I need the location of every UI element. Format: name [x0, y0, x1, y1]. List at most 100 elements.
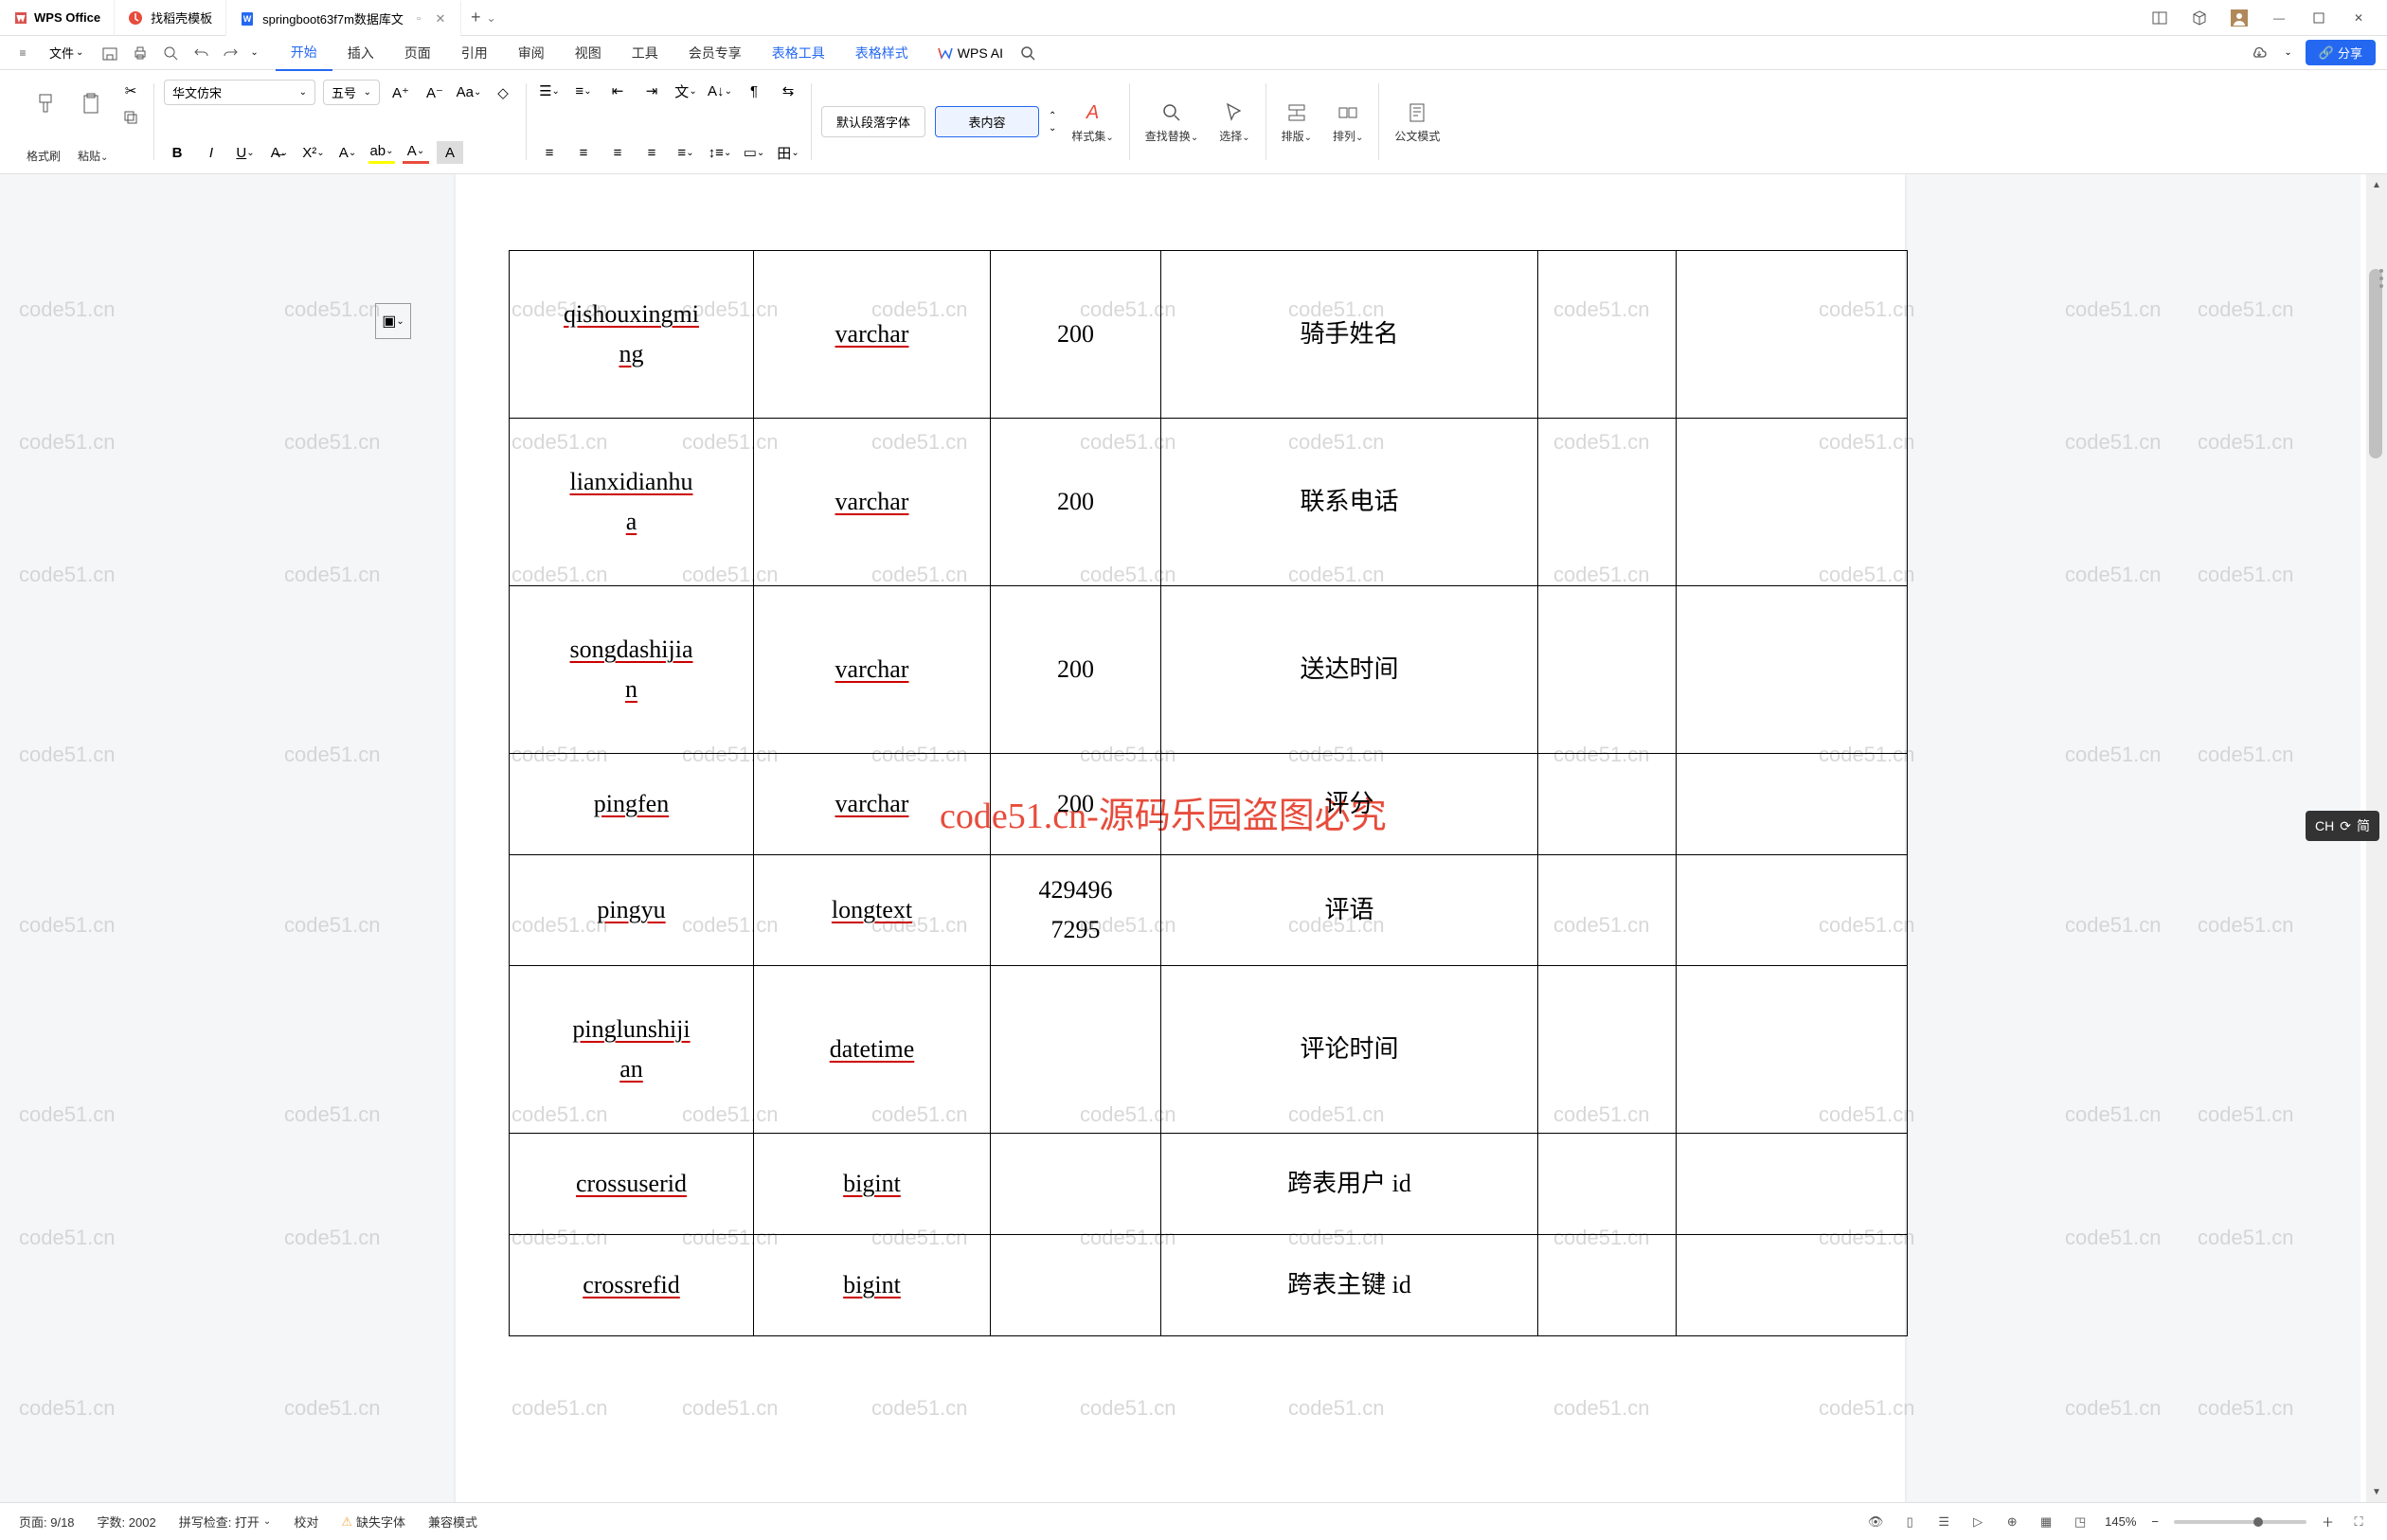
- zoom-slider[interactable]: [2174, 1520, 2306, 1524]
- style-default-paragraph[interactable]: 默认段落字体: [821, 106, 925, 137]
- style-table-content[interactable]: 表内容: [935, 106, 1039, 137]
- add-tab-button[interactable]: +: [471, 8, 481, 27]
- table-cell[interactable]: crossuserid: [510, 1134, 754, 1235]
- file-menu[interactable]: 文件⌄: [42, 44, 91, 62]
- table-handle-icon[interactable]: ▣ ⌄: [375, 303, 411, 339]
- pilcrow-icon[interactable]: ¶: [741, 80, 767, 102]
- status-proof[interactable]: 校对: [294, 1513, 318, 1531]
- menu-tab-review[interactable]: 审阅: [503, 36, 560, 70]
- cut-icon[interactable]: ✂: [117, 80, 144, 102]
- tab-document[interactable]: W springboot63f7m数据库文 ▫ ✕: [226, 0, 461, 36]
- text-direction-icon[interactable]: 文⌄: [673, 80, 699, 102]
- menu-tab-table-tools[interactable]: 表格工具: [757, 36, 840, 70]
- view-page-icon[interactable]: ▯: [1900, 1513, 1919, 1531]
- increase-font-icon[interactable]: A⁺: [387, 81, 414, 104]
- table-cell[interactable]: 评论时间: [1161, 966, 1538, 1134]
- official-mode-button[interactable]: 公文模式: [1389, 96, 1445, 148]
- justify-icon[interactable]: ≡: [638, 141, 665, 164]
- scrollbar-thumb[interactable]: [2369, 269, 2382, 458]
- view-grid-icon[interactable]: ▦: [2037, 1513, 2055, 1531]
- hamburger-icon[interactable]: ≡: [11, 42, 34, 64]
- font-name-select[interactable]: 华文仿宋⌄: [164, 80, 315, 105]
- table-cell[interactable]: pingfen: [510, 754, 754, 855]
- style-scroll-up-icon[interactable]: ⌃: [1049, 111, 1056, 121]
- strikethrough-icon[interactable]: A̶⌄: [266, 141, 293, 164]
- table-cell[interactable]: bigint: [754, 1134, 991, 1235]
- highlight-icon[interactable]: ab⌄: [368, 141, 395, 164]
- table-cell[interactable]: 送达时间: [1161, 586, 1538, 754]
- font-size-select[interactable]: 五号⌄: [323, 80, 380, 105]
- table-cell[interactable]: varchar: [754, 586, 991, 754]
- arrange-h-button[interactable]: 排列⌄: [1327, 96, 1369, 148]
- italic-icon[interactable]: I: [198, 141, 224, 164]
- chevron-down-icon[interactable]: ⌄: [2284, 47, 2291, 58]
- table-cell[interactable]: [1677, 1134, 1908, 1235]
- layout-icon[interactable]: [2148, 7, 2171, 29]
- table-cell[interactable]: 跨表用户 id: [1161, 1134, 1538, 1235]
- table-cell[interactable]: 骑手姓名: [1161, 251, 1538, 419]
- view-outline-icon[interactable]: ☰: [1934, 1513, 1953, 1531]
- share-button[interactable]: 🔗 分享: [2306, 40, 2376, 65]
- preview-icon[interactable]: [159, 42, 182, 64]
- table-cell[interactable]: varchar: [754, 754, 991, 855]
- bullets-icon[interactable]: ☰⌄: [536, 80, 563, 102]
- table-cell[interactable]: bigint: [754, 1235, 991, 1336]
- table-cell[interactable]: crossrefid: [510, 1235, 754, 1336]
- table-cell[interactable]: [1677, 251, 1908, 419]
- table-cell[interactable]: 4294967295: [991, 855, 1161, 966]
- style-set-button[interactable]: A 样式集⌄: [1066, 96, 1119, 148]
- style-scroll-down-icon[interactable]: ⌄: [1049, 123, 1056, 134]
- table-cell[interactable]: [991, 966, 1161, 1134]
- shading-icon[interactable]: ▭⌄: [741, 141, 767, 164]
- close-button[interactable]: ✕: [2347, 7, 2370, 29]
- wps-ai-button[interactable]: WPS AI: [924, 45, 1016, 62]
- table-cell[interactable]: lianxidianhua: [510, 419, 754, 586]
- tab-icon[interactable]: ⇆: [775, 80, 801, 102]
- borders-icon[interactable]: 田⌄: [775, 141, 801, 164]
- table-cell[interactable]: varchar: [754, 419, 991, 586]
- align-center-icon[interactable]: ≡: [570, 141, 597, 164]
- decrease-indent-icon[interactable]: ⇤: [604, 80, 631, 102]
- table-cell[interactable]: [1538, 419, 1677, 586]
- status-words[interactable]: 字数: 2002: [98, 1513, 156, 1531]
- increase-indent-icon[interactable]: ⇥: [638, 80, 665, 102]
- sort-icon[interactable]: A↓⌄: [707, 80, 733, 102]
- view-read-icon[interactable]: 👁: [1866, 1513, 1885, 1531]
- scroll-up-icon[interactable]: ▲: [2366, 174, 2387, 195]
- table-cell[interactable]: 评分: [1161, 754, 1538, 855]
- table-cell[interactable]: varchar: [754, 251, 991, 419]
- table-cell[interactable]: [1677, 966, 1908, 1134]
- menu-tab-tools[interactable]: 工具: [617, 36, 673, 70]
- zoom-in-icon[interactable]: ＋: [2322, 1513, 2334, 1531]
- format-painter-button[interactable]: [27, 87, 64, 121]
- table-cell[interactable]: datetime: [754, 966, 991, 1134]
- numbering-icon[interactable]: ≡⌄: [570, 80, 597, 102]
- align-left-icon[interactable]: ≡: [536, 141, 563, 164]
- app-tab[interactable]: WPS Office: [0, 0, 115, 36]
- ime-indicator[interactable]: CH ⟳ 简: [2306, 811, 2379, 841]
- paste-button[interactable]: [72, 87, 110, 121]
- menu-tab-reference[interactable]: 引用: [446, 36, 503, 70]
- table-cell[interactable]: songdashijian: [510, 586, 754, 754]
- side-panel-toggle[interactable]: [2379, 269, 2383, 288]
- status-missing-font[interactable]: ⚠ 缺失字体: [341, 1513, 405, 1531]
- table-cell[interactable]: [1677, 419, 1908, 586]
- table-cell[interactable]: 联系电话: [1161, 419, 1538, 586]
- table-cell[interactable]: 200: [991, 754, 1161, 855]
- menu-tab-home[interactable]: 开始: [276, 35, 332, 71]
- cloud-icon[interactable]: [2248, 42, 2270, 64]
- table-cell[interactable]: 200: [991, 586, 1161, 754]
- redo-icon[interactable]: [220, 42, 242, 64]
- change-case-icon[interactable]: Aa⌄: [456, 81, 482, 104]
- table-cell[interactable]: 200: [991, 419, 1161, 586]
- tab-templates[interactable]: 找稻壳模板: [115, 0, 226, 36]
- line-spacing-icon[interactable]: ↕≡⌄: [707, 141, 733, 164]
- table-cell[interactable]: [1538, 1235, 1677, 1336]
- chevron-down-icon[interactable]: ⌄: [486, 11, 495, 25]
- arrange-v-button[interactable]: 排版⌄: [1276, 96, 1318, 148]
- search-icon[interactable]: [1016, 42, 1039, 64]
- save-icon[interactable]: [99, 42, 121, 64]
- table-cell[interactable]: [1538, 586, 1677, 754]
- view-web-icon[interactable]: ⊕: [2002, 1513, 2021, 1531]
- tab-overflow-icon[interactable]: ▫: [411, 11, 426, 27]
